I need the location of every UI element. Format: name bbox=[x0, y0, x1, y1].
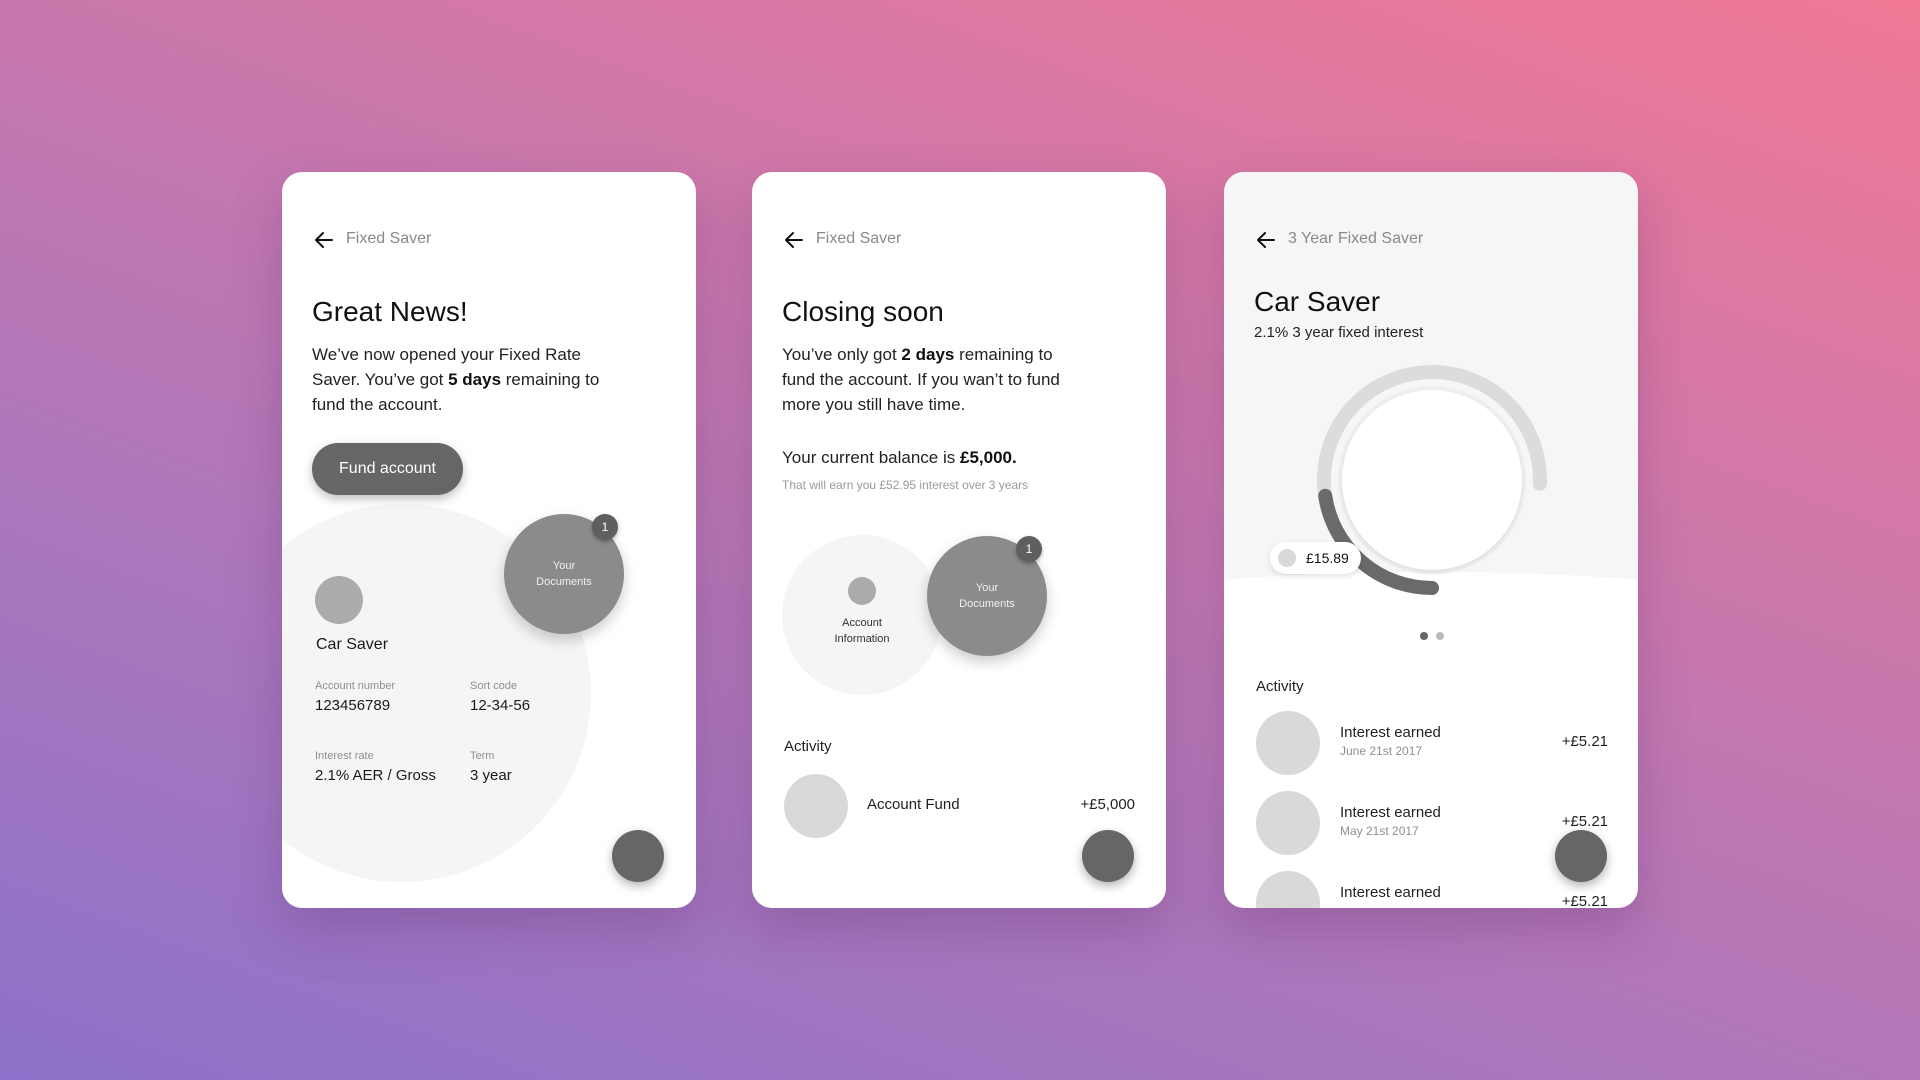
gauge-legend-dot bbox=[1278, 549, 1296, 567]
pager-dot[interactable] bbox=[1420, 632, 1428, 640]
nav-title: Fixed Saver bbox=[816, 230, 902, 247]
page-title: Car Saver bbox=[1254, 286, 1381, 317]
documents-label-line1: Your bbox=[552, 560, 576, 572]
activity-heading: Activity bbox=[784, 738, 832, 755]
back-arrow-icon[interactable] bbox=[1254, 228, 1278, 252]
term-value: 3 year bbox=[470, 767, 512, 784]
gauge-value-pill: £15.89 bbox=[1270, 542, 1361, 574]
activity-avatar bbox=[1256, 791, 1320, 855]
sort-code-value: 12-34-56 bbox=[470, 697, 531, 714]
back-arrow-icon[interactable] bbox=[312, 228, 336, 252]
activity-date: June 21st 2017 bbox=[1340, 744, 1423, 758]
activity-amount: +£5,000 bbox=[1080, 796, 1135, 813]
account-information-line2: Information bbox=[834, 633, 890, 645]
screen-closing-soon: Fixed Saver Closing soon You’ve only got… bbox=[752, 172, 1166, 908]
screen-car-saver: 3 Year Fixed Saver Car Saver 2.1% 3 year… bbox=[1224, 172, 1638, 908]
activity-heading: Activity bbox=[1256, 678, 1304, 695]
balance-value: £5,000. bbox=[959, 448, 1017, 467]
gauge-center bbox=[1342, 390, 1522, 570]
page-title: Closing soon bbox=[782, 296, 944, 327]
activity-date: May 21st 2017 bbox=[1340, 824, 1419, 838]
screen-great-news: Fixed Saver Great News! We’ve now opened… bbox=[282, 172, 696, 908]
documents-label-line2: Documents bbox=[536, 576, 592, 588]
account-information-icon bbox=[848, 577, 876, 605]
intro-text: We’ve now opened your Fixed Rate Saver. … bbox=[312, 342, 632, 417]
documents-label-line2: Documents bbox=[959, 598, 1015, 610]
days-remaining: 2 days bbox=[901, 345, 955, 364]
documents-label-line1: Your bbox=[975, 582, 999, 594]
account-number-label: Account number bbox=[315, 680, 396, 692]
documents-badge: 1 bbox=[592, 514, 618, 540]
term-label: Term bbox=[470, 750, 495, 762]
activity-avatar bbox=[1256, 871, 1320, 908]
fund-account-button[interactable]: Fund account bbox=[312, 443, 463, 495]
floating-action-button[interactable] bbox=[612, 830, 664, 882]
activity-item[interactable]: Account Fund +£5,000 bbox=[752, 774, 1166, 838]
activity-avatar bbox=[784, 774, 848, 838]
floating-action-button[interactable] bbox=[1082, 830, 1134, 882]
interest-rate-value: 2.1% AER / Gross bbox=[315, 767, 436, 784]
gauge-value: £15.89 bbox=[1306, 550, 1349, 566]
account-information-line1: Account bbox=[842, 617, 882, 629]
nav-title: Fixed Saver bbox=[346, 230, 432, 247]
floating-action-button[interactable] bbox=[1555, 830, 1607, 882]
sort-code-label: Sort code bbox=[470, 680, 518, 692]
activity-item[interactable]: Interest earned June 21st 2017 +£5.21 bbox=[1224, 711, 1638, 775]
pager-dots bbox=[1420, 632, 1444, 640]
account-icon bbox=[315, 576, 363, 624]
activity-amount: +£5.21 bbox=[1561, 733, 1608, 750]
account-number-value: 123456789 bbox=[315, 697, 391, 714]
activity-amount: +£5.21 bbox=[1561, 813, 1608, 830]
activity-title: Interest earned bbox=[1340, 724, 1441, 741]
page-title: Great News! bbox=[312, 296, 468, 327]
days-remaining: 5 days bbox=[448, 370, 502, 389]
documents-badge: 1 bbox=[1016, 536, 1042, 562]
nav-title: 3 Year Fixed Saver bbox=[1288, 230, 1424, 247]
activity-amount: +£5.21 bbox=[1561, 893, 1608, 908]
intro-text: You’ve only got 2 days remaining to fund… bbox=[782, 342, 1082, 417]
intro-text-pre: You’ve only got bbox=[782, 345, 902, 364]
activity-avatar bbox=[1256, 711, 1320, 775]
current-balance: Your current balance is £5,000. bbox=[782, 448, 1017, 468]
pager-dot[interactable] bbox=[1436, 632, 1444, 640]
activity-title: Interest earned bbox=[1340, 884, 1441, 901]
balance-label: Your current balance is bbox=[782, 448, 960, 467]
account-information-label: Account Information bbox=[812, 615, 912, 647]
interest-note: That will earn you £52.95 interest over … bbox=[782, 478, 1029, 492]
page-subtitle: 2.1% 3 year fixed interest bbox=[1254, 324, 1424, 341]
activity-title: Interest earned bbox=[1340, 804, 1441, 821]
back-arrow-icon[interactable] bbox=[782, 228, 806, 252]
activity-title: Account Fund bbox=[867, 796, 960, 813]
interest-rate-label: Interest rate bbox=[315, 750, 374, 762]
account-name: Car Saver bbox=[316, 636, 389, 653]
